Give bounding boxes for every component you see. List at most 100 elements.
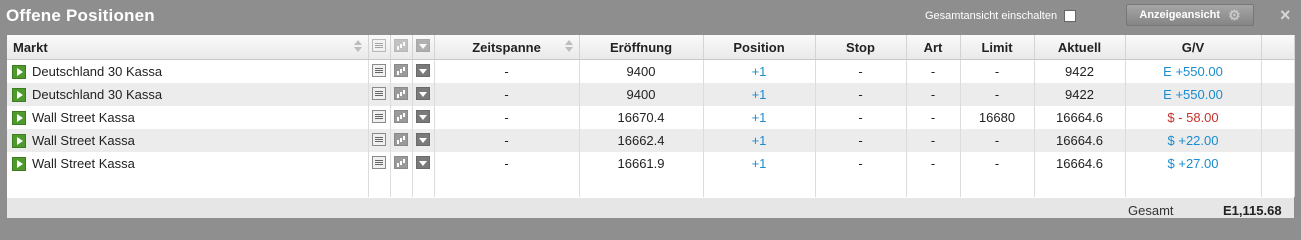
cell-limit[interactable]: - (960, 83, 1035, 106)
cell-news[interactable] (368, 129, 391, 152)
cell-chart[interactable] (390, 129, 413, 152)
cell-markt[interactable]: Deutschland 30 Kassa (7, 59, 369, 83)
table-row[interactable]: Deutschland 30 Kassa -9400 +1- - -9422 E +550… (7, 83, 1295, 106)
cell-spacer (1261, 83, 1295, 106)
table-header-row: Markt Zeitspanne Eröffnung Position Stop… (7, 35, 1295, 60)
cell-news[interactable] (368, 83, 391, 106)
anzeige-button-label: Anzeigeansicht (1139, 9, 1221, 21)
table-row[interactable]: Wall Street Kassa -16661.9 +1- - -16664.6 $ +… (7, 152, 1295, 175)
cell-stop[interactable]: - (815, 129, 907, 152)
news-icon (372, 39, 386, 52)
dropdown-icon[interactable] (416, 86, 430, 100)
gesamt-checkbox[interactable] (1064, 10, 1077, 22)
dropdown-icon[interactable] (416, 63, 430, 77)
market-name[interactable]: Wall Street Kassa (32, 157, 135, 172)
cell-chart[interactable] (390, 59, 413, 83)
chart-icon[interactable] (394, 86, 408, 100)
play-icon[interactable] (12, 65, 26, 80)
cell-markt[interactable]: Deutschland 30 Kassa (7, 83, 369, 106)
filler-cell (434, 175, 580, 197)
filler-cell (368, 175, 391, 197)
close-icon[interactable]: × (1280, 5, 1291, 26)
market-name[interactable]: Deutschland 30 Kassa (32, 88, 162, 103)
filler-cell (703, 175, 816, 197)
filler-cell (960, 175, 1035, 197)
cell-stop[interactable]: - (815, 83, 907, 106)
cell-dropdown[interactable] (412, 106, 435, 129)
cell-art: - (906, 152, 961, 175)
cell-news[interactable] (368, 106, 391, 129)
cell-aktuell: 16664.6 (1034, 106, 1126, 129)
sort-icon[interactable] (564, 40, 573, 54)
dropdown-icon[interactable] (416, 155, 430, 169)
cell-markt[interactable]: Wall Street Kassa (7, 129, 369, 152)
cell-news[interactable] (368, 152, 391, 175)
cell-eroeffnung: 9400 (579, 83, 704, 106)
news-icon[interactable] (372, 86, 386, 100)
market-name[interactable]: Wall Street Kassa (32, 134, 135, 149)
cell-markt[interactable]: Wall Street Kassa (7, 106, 369, 129)
chart-icon[interactable] (394, 155, 408, 169)
market-name[interactable]: Wall Street Kassa (32, 111, 135, 126)
column-header-zeitspanne-label: Zeitspanne (472, 39, 541, 55)
cell-news[interactable] (368, 59, 391, 83)
panel-title: Offene Positionen (6, 6, 155, 25)
cell-spacer (1261, 152, 1295, 175)
cell-markt[interactable]: Wall Street Kassa (7, 152, 369, 175)
cell-aktuell: 9422 (1034, 59, 1126, 83)
table-row[interactable]: Wall Street Kassa -16662.4 +1- - -16664.6 $ +… (7, 129, 1295, 152)
column-header-eroeffnung: Eröffnung (579, 35, 704, 60)
anzeige-button[interactable]: Anzeigeansicht ⚙ (1126, 4, 1254, 26)
cell-limit[interactable]: 16680 (960, 106, 1035, 129)
dropdown-icon[interactable] (416, 132, 430, 146)
chart-icon[interactable] (394, 109, 408, 123)
cell-chart[interactable] (390, 83, 413, 106)
play-icon[interactable] (12, 88, 26, 103)
cell-position[interactable]: +1 (703, 152, 816, 175)
column-header-zeitspanne[interactable]: Zeitspanne (434, 35, 580, 60)
column-header-position: Position (703, 35, 816, 60)
cell-dropdown[interactable] (412, 152, 435, 175)
sort-icon[interactable] (353, 40, 362, 54)
cell-chart[interactable] (390, 152, 413, 175)
cell-position[interactable]: +1 (703, 83, 816, 106)
cell-zeitspanne: - (434, 59, 580, 83)
column-header-spacer (1261, 35, 1295, 60)
cell-limit[interactable]: - (960, 152, 1035, 175)
cell-dropdown[interactable] (412, 129, 435, 152)
column-header-dropdown (412, 35, 435, 60)
cell-dropdown[interactable] (412, 83, 435, 106)
cell-eroeffnung: 9400 (579, 59, 704, 83)
cell-chart[interactable] (390, 106, 413, 129)
table-row[interactable]: Wall Street Kassa -16670.4 +1- -16680 16664.… (7, 106, 1295, 129)
cell-stop[interactable]: - (815, 59, 907, 83)
dropdown-icon[interactable] (416, 109, 430, 123)
play-icon[interactable] (12, 134, 26, 149)
column-header-markt[interactable]: Markt (7, 35, 369, 60)
news-icon[interactable] (372, 132, 386, 146)
cell-zeitspanne: - (434, 152, 580, 175)
cell-position[interactable]: +1 (703, 129, 816, 152)
cell-limit[interactable]: - (960, 129, 1035, 152)
cell-spacer (1261, 59, 1295, 83)
cell-stop[interactable]: - (815, 152, 907, 175)
gesamt-toggle[interactable]: Gesamtansicht einschalten (925, 10, 1077, 22)
cell-stop[interactable]: - (815, 106, 907, 129)
cell-aktuell: 9422 (1034, 83, 1126, 106)
news-icon[interactable] (372, 155, 386, 169)
market-name[interactable]: Deutschland 30 Kassa (32, 65, 162, 80)
play-icon[interactable] (12, 157, 26, 172)
cell-zeitspanne: - (434, 106, 580, 129)
chart-icon[interactable] (394, 132, 408, 146)
play-icon[interactable] (12, 111, 26, 126)
cell-art: - (906, 59, 961, 83)
cell-limit[interactable]: - (960, 59, 1035, 83)
cell-dropdown[interactable] (412, 59, 435, 83)
cell-position[interactable]: +1 (703, 106, 816, 129)
news-icon[interactable] (372, 109, 386, 123)
table-row[interactable]: Deutschland 30 Kassa -9400 +1- - -9422 E +550… (7, 59, 1295, 83)
news-icon[interactable] (372, 63, 386, 77)
chart-icon[interactable] (394, 63, 408, 77)
cell-position[interactable]: +1 (703, 59, 816, 83)
cell-spacer (1261, 129, 1295, 152)
